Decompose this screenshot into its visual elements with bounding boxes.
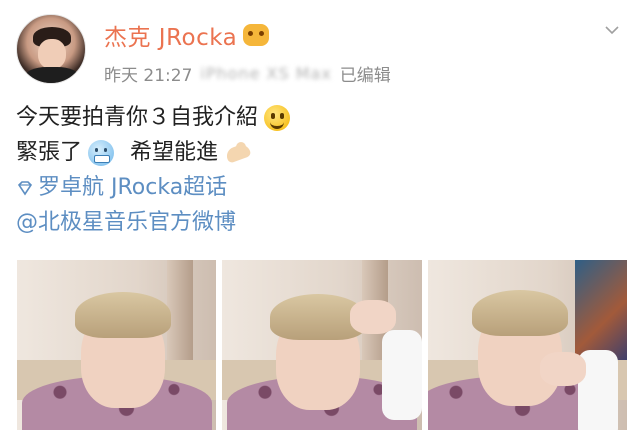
chevron-down-icon[interactable] [604,22,620,38]
content-line-2: 緊張了 希望能進 [16,135,626,170]
cold-face-emoji-icon [88,139,115,166]
weibo-post: 杰克 JRocka 昨天 21:27 iPhone XS Max 已编辑 今天要… [0,0,640,430]
username-link[interactable]: 杰克 JRocka [104,18,237,52]
content-text-2a: 緊張了 [16,139,83,165]
super-topic-label: 罗卓航 JRocka超话 [38,174,228,200]
flexed-biceps-emoji-icon [224,140,252,166]
mention-link[interactable]: @北极星音乐官方微博 [16,205,626,240]
diamond-icon [17,180,33,195]
content-text-2b: 希望能進 [130,139,219,165]
vip-face-icon[interactable] [243,24,270,46]
photo-2[interactable] [222,260,422,430]
content-line-1: 今天要拍青你３自我介紹 [16,100,626,135]
smile-emoji-icon [264,104,291,131]
avatar-shirt [25,67,79,83]
avatar[interactable] [16,14,86,84]
mention-label: @北极星音乐官方微博 [16,209,237,235]
avatar-face [38,39,66,69]
content-text-1: 今天要拍青你３自我介紹 [16,104,259,130]
edited-label[interactable]: 已编辑 [340,61,391,86]
post-timestamp[interactable]: 昨天 21:27 [104,61,192,86]
post-content: 今天要拍青你３自我介紹 緊張了 希望能進 罗卓航 JRocka超话 @北极星音乐… [16,100,626,240]
post-meta: 昨天 21:27 iPhone XS Max 已编辑 [104,60,391,86]
photo-1[interactable] [17,260,217,430]
author-row: 杰克 JRocka [104,18,270,52]
super-topic-link[interactable]: 罗卓航 JRocka超话 [16,170,626,205]
photo-grid [17,260,627,430]
post-device: iPhone XS Max [200,63,332,83]
photo-3[interactable] [427,260,627,430]
